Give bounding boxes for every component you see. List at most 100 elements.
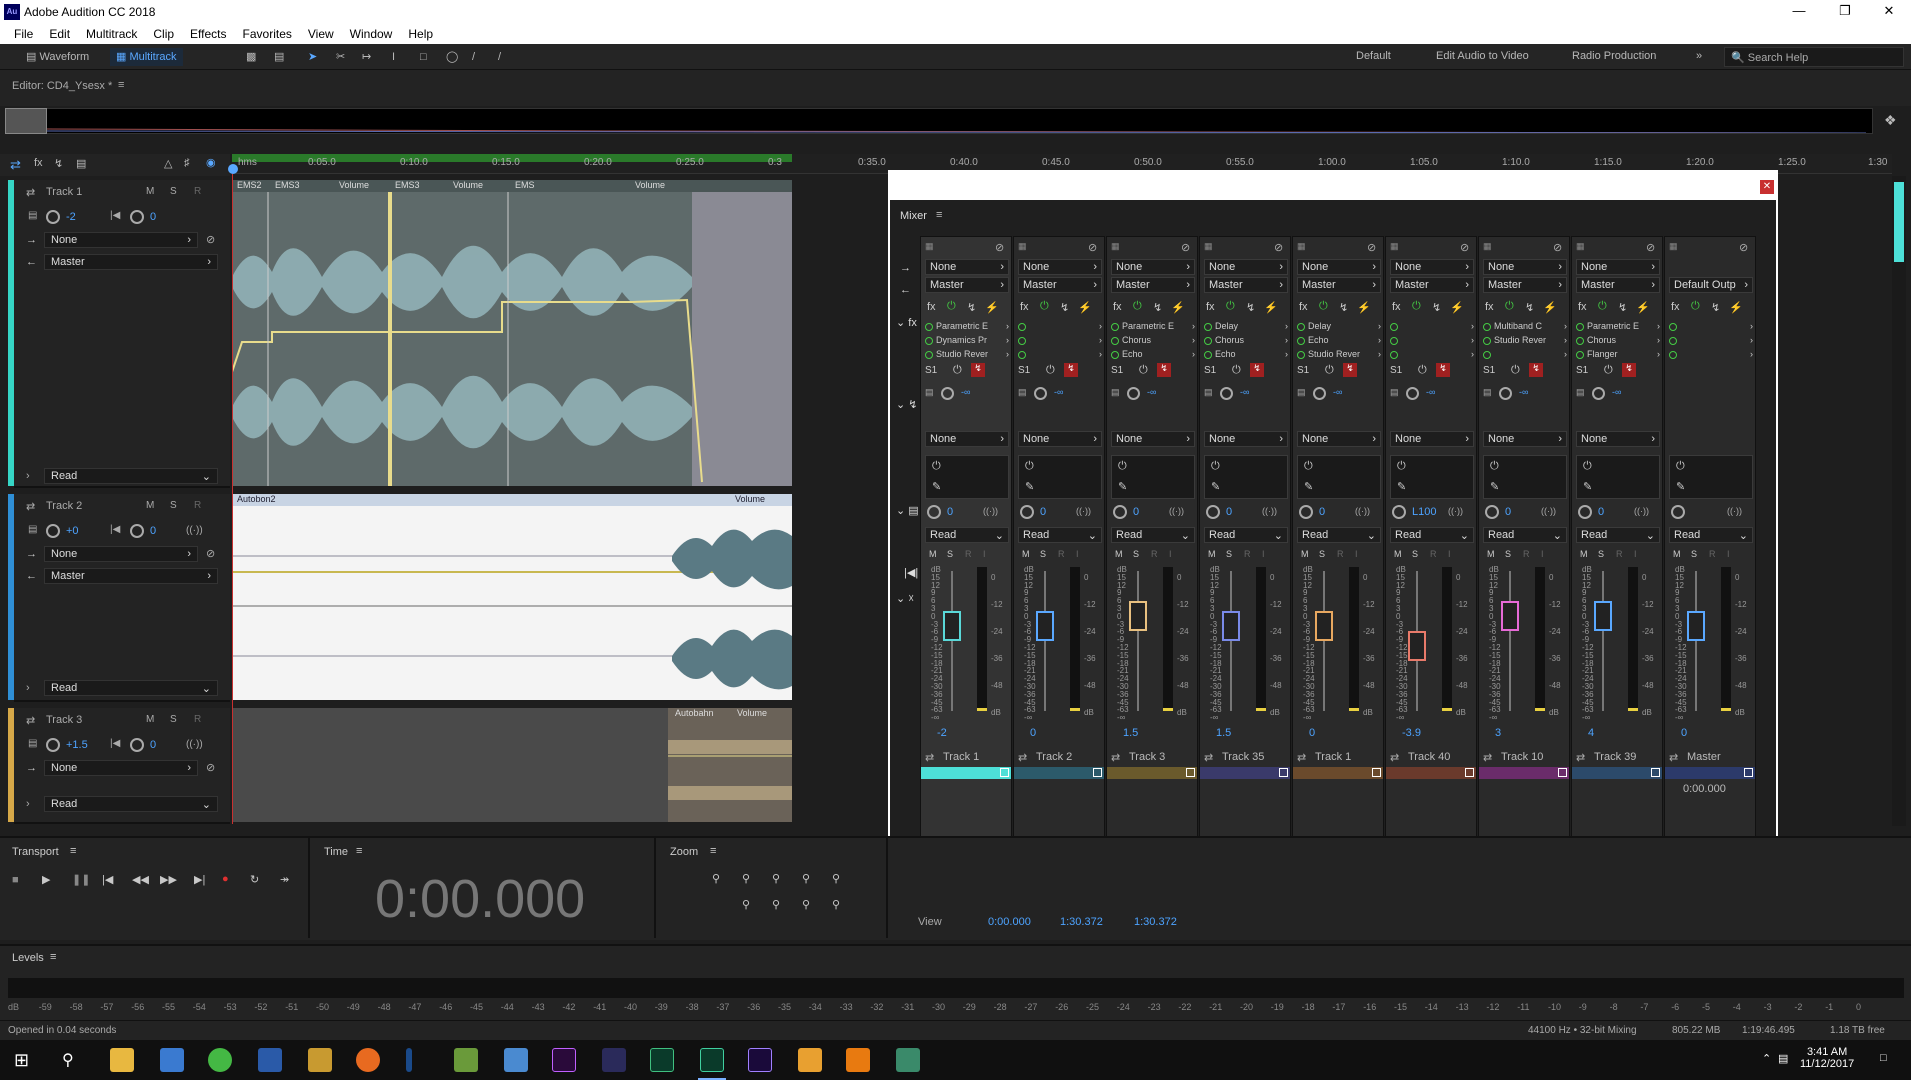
send-volume-knob[interactable] <box>1220 387 1233 400</box>
zoom-in-point-icon[interactable]: ⚲ <box>802 872 810 885</box>
strip-output[interactable]: Master › <box>1576 277 1660 293</box>
zoom-tracks-icon[interactable]: ⚲ <box>772 898 780 911</box>
eq-thumbnail[interactable]: ⏻ ✎ <box>925 455 1009 499</box>
fx-slot[interactable]: › <box>1669 349 1753 362</box>
fx-slot[interactable]: › <box>1483 349 1567 362</box>
send-prepost-icon[interactable]: ↯ <box>1250 363 1264 377</box>
pre-post-icon[interactable]: ↯ <box>1711 301 1720 314</box>
phase-icon[interactable]: ⊘ <box>206 761 215 774</box>
apply-icon[interactable]: ⚡ <box>1636 301 1650 314</box>
apply-icon[interactable]: ⚡ <box>1264 301 1278 314</box>
fx-icon[interactable]: fx <box>1578 301 1587 313</box>
zoom-out-full-icon[interactable]: ⚲ <box>802 898 810 911</box>
levels-menu-icon[interactable]: ≡ <box>50 951 56 963</box>
power-icon[interactable]: ⏻ <box>1133 300 1142 313</box>
apply-icon[interactable]: ⚡ <box>1450 301 1464 314</box>
apply-icon[interactable]: ⚡ <box>1357 301 1371 314</box>
eq-edit-icon[interactable]: ✎ <box>1490 480 1499 493</box>
eq-thumbnail[interactable]: ⏻ ✎ <box>1204 455 1288 499</box>
mixer-titlebar[interactable] <box>890 172 1776 200</box>
lasso-icon[interactable]: ◯ <box>440 48 464 66</box>
volume-value[interactable]: 1.5 <box>1216 727 1231 739</box>
strip-output[interactable]: Master › <box>1204 277 1288 293</box>
track-1-volume[interactable]: -2 <box>66 211 76 223</box>
send-prepost-icon[interactable]: ↯ <box>1436 363 1450 377</box>
track-3-volume[interactable]: +1.5 <box>66 739 88 751</box>
strip-output[interactable]: Master › <box>925 277 1009 293</box>
spectral-icon[interactable]: ▩ <box>240 48 262 66</box>
send-output[interactable]: None › <box>1018 431 1102 447</box>
eq-thumbnail[interactable]: ⏻ ✎ <box>1576 455 1660 499</box>
send-prepost-icon[interactable]: ↯ <box>1529 363 1543 377</box>
expand-icon[interactable]: › <box>26 798 30 810</box>
fx-icon[interactable]: fx <box>1020 301 1029 313</box>
eq-power-icon[interactable]: ⏻ <box>1211 460 1220 473</box>
skip-selection-icon[interactable]: ↠ <box>280 873 289 886</box>
fx-slot[interactable]: Studio Rever › <box>925 349 1009 362</box>
menu-window[interactable]: Window <box>342 24 401 44</box>
sends-icon[interactable]: ↯ <box>54 157 63 170</box>
mute-button[interactable]: M <box>1580 549 1588 559</box>
pan-value[interactable]: L100 <box>1412 506 1436 518</box>
stereo-icon[interactable]: ((·)) <box>1355 506 1370 516</box>
volume-fader[interactable] <box>1129 601 1147 631</box>
pan-value[interactable]: 0 <box>947 506 953 518</box>
eq-thumbnail[interactable]: ⏻ ✎ <box>1390 455 1474 499</box>
power-icon[interactable]: ⏻ <box>1505 300 1514 313</box>
workspace-default[interactable]: Default <box>1356 50 1391 62</box>
pan-knob[interactable] <box>1299 505 1313 519</box>
eq-power-icon[interactable]: ⏻ <box>1304 460 1313 473</box>
send-power-icon[interactable]: ⏻ <box>953 364 962 377</box>
expand-icon[interactable]: › <box>26 470 30 482</box>
phase-icon[interactable]: ⊘ <box>1274 241 1283 254</box>
track-2-automation[interactable]: Read ⌄ <box>44 680 218 696</box>
pre-post-icon[interactable]: ↯ <box>1246 301 1255 314</box>
strip-output[interactable]: Default Outp › <box>1669 277 1753 293</box>
volume-label[interactable]: Volume <box>732 494 765 506</box>
monitor-input-button[interactable]: I <box>1169 549 1172 559</box>
fx-icon[interactable]: fx <box>927 301 936 313</box>
time-selection-icon[interactable]: I <box>386 48 401 66</box>
eq-edit-icon[interactable]: ✎ <box>1397 480 1406 493</box>
volume-fader[interactable] <box>943 611 961 641</box>
pre-post-icon[interactable]: ↯ <box>1153 301 1162 314</box>
mixer-close-icon[interactable]: ✕ <box>1760 180 1774 194</box>
drag-handle-icon[interactable]: ▦ <box>1669 241 1678 252</box>
send-power-icon[interactable]: ⏻ <box>1511 364 1520 377</box>
send-volume-knob[interactable] <box>1592 387 1605 400</box>
apply-icon[interactable]: ⚡ <box>1729 301 1743 314</box>
send-volume-knob[interactable] <box>1313 387 1326 400</box>
pan-knob[interactable] <box>1020 505 1034 519</box>
marquee-icon[interactable]: □ <box>414 48 433 66</box>
strip-input[interactable]: None › <box>1576 259 1660 275</box>
solo-button[interactable]: S <box>170 186 177 197</box>
pan-knob[interactable] <box>927 505 941 519</box>
pre-post-icon[interactable]: ↯ <box>1525 301 1534 314</box>
drag-handle-icon[interactable]: ▦ <box>1204 241 1213 252</box>
mute-button[interactable]: M <box>929 549 937 559</box>
send-power-icon[interactable]: ⏻ <box>1046 364 1055 377</box>
solo-button[interactable]: S <box>1226 549 1232 559</box>
snap-icon[interactable]: ♯ <box>184 157 190 169</box>
monitor-input-button[interactable]: I <box>1355 549 1358 559</box>
mixer-automation-icon[interactable]: ⌄ ☓ <box>896 592 914 605</box>
arm-record-button[interactable]: R <box>965 549 972 559</box>
strip-input[interactable]: None › <box>1018 259 1102 275</box>
fx-slot[interactable]: Parametric E › <box>1111 321 1195 334</box>
fx-icon[interactable]: fx <box>1392 301 1401 313</box>
send-power-icon[interactable]: ⏻ <box>1418 364 1427 377</box>
eq-thumbnail[interactable]: ⏻ ✎ <box>1018 455 1102 499</box>
audition-icon[interactable] <box>700 1048 724 1072</box>
send-output[interactable]: None › <box>1204 431 1288 447</box>
strip-name[interactable]: Master <box>1687 751 1721 763</box>
pan-knob[interactable] <box>130 738 144 752</box>
mixer-fx-icon[interactable]: ⌄ fx <box>896 316 917 329</box>
waveform-button[interactable]: ▤ Waveform <box>20 48 95 66</box>
pan-value[interactable]: 0 <box>1133 506 1139 518</box>
send-power-icon[interactable]: ⏻ <box>1325 364 1334 377</box>
automation-mode[interactable]: Read ⌄ <box>1297 527 1381 543</box>
drag-handle-icon[interactable]: ▦ <box>1018 241 1027 252</box>
arm-record-button[interactable]: R <box>1151 549 1158 559</box>
playhead-handle[interactable] <box>228 164 238 174</box>
solo-button[interactable]: S <box>947 549 953 559</box>
